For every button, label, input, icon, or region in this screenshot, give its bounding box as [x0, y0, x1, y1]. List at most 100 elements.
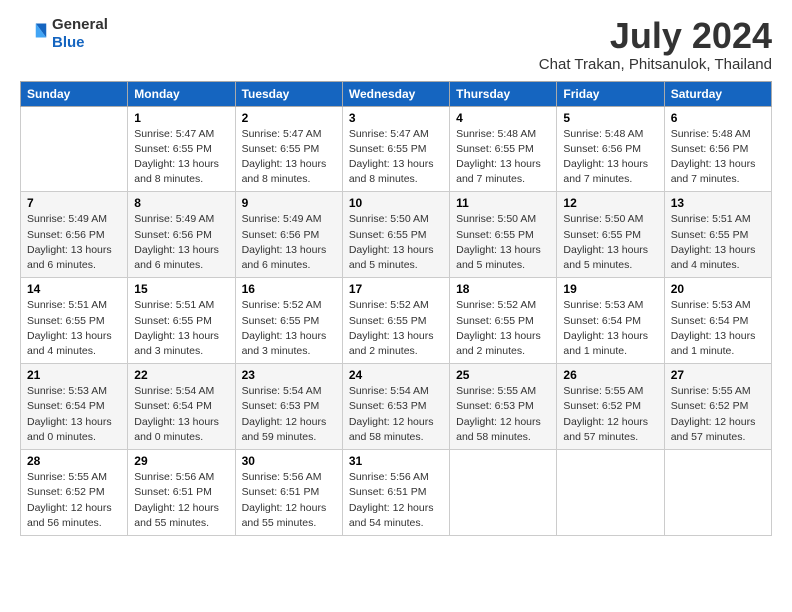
- day-number: 18: [456, 282, 550, 296]
- day-number: 6: [671, 111, 765, 125]
- calendar-day-cell: 25 Sunrise: 5:55 AM Sunset: 6:53 PM Dayli…: [450, 364, 557, 450]
- calendar-week-row: 28 Sunrise: 5:55 AM Sunset: 6:52 PM Dayli…: [21, 450, 772, 536]
- calendar-day-cell: 18Sunrise: 5:52 AM Sunset: 6:55 PM Dayli…: [450, 278, 557, 364]
- day-info: Sunrise: 5:50 AM Sunset: 6:55 PM Dayligh…: [563, 212, 657, 273]
- day-info: Sunrise: 5:51 AM Sunset: 6:55 PM Dayligh…: [671, 212, 765, 273]
- day-info: Sunrise: 5:47 AM Sunset: 6:55 PM Dayligh…: [134, 127, 228, 188]
- day-number: 31: [349, 454, 443, 468]
- day-number: 26: [563, 368, 657, 382]
- calendar-table: SundayMondayTuesdayWednesdayThursdayFrid…: [20, 81, 772, 536]
- calendar-day-cell: 17 Sunrise: 5:52 AM Sunset: 6:55 PM Dayli…: [342, 278, 449, 364]
- calendar-week-row: 1 Sunrise: 5:47 AM Sunset: 6:55 PM Daylig…: [21, 106, 772, 192]
- day-number: 20: [671, 282, 765, 296]
- weekday-header: Wednesday: [342, 81, 449, 106]
- month-title: July 2024: [539, 16, 772, 56]
- day-number: 29: [134, 454, 228, 468]
- day-number: 28: [27, 454, 121, 468]
- calendar-day-cell: 1 Sunrise: 5:47 AM Sunset: 6:55 PM Daylig…: [128, 106, 235, 192]
- day-number: 25: [456, 368, 550, 382]
- day-number: 13: [671, 196, 765, 210]
- calendar-day-cell: 11 Sunrise: 5:50 AM Sunset: 6:55 PM Dayli…: [450, 192, 557, 278]
- weekday-header-row: SundayMondayTuesdayWednesdayThursdayFrid…: [21, 81, 772, 106]
- day-info: Sunrise: 5:49 AM Sunset: 6:56 PM Dayligh…: [134, 212, 228, 273]
- calendar-week-row: 14 Sunrise: 5:51 AM Sunset: 6:55 PM Dayli…: [21, 278, 772, 364]
- day-info: Sunrise: 5:54 AM Sunset: 6:54 PM Dayligh…: [134, 384, 228, 445]
- day-number: 4: [456, 111, 550, 125]
- day-info: Sunrise: 5:52 AM Sunset: 6:55 PM Dayligh…: [349, 298, 443, 359]
- calendar-day-cell: 16Sunrise: 5:52 AM Sunset: 6:55 PM Dayli…: [235, 278, 342, 364]
- calendar-day-cell: 29 Sunrise: 5:56 AM Sunset: 6:51 PM Dayli…: [128, 450, 235, 536]
- calendar-day-cell: 24 Sunrise: 5:54 AM Sunset: 6:53 PM Dayli…: [342, 364, 449, 450]
- day-number: 19: [563, 282, 657, 296]
- calendar-day-cell: 21 Sunrise: 5:53 AM Sunset: 6:54 PM Dayli…: [21, 364, 128, 450]
- day-number: 12: [563, 196, 657, 210]
- calendar-week-row: 21 Sunrise: 5:53 AM Sunset: 6:54 PM Dayli…: [21, 364, 772, 450]
- day-number: 7: [27, 196, 121, 210]
- day-info: Sunrise: 5:50 AM Sunset: 6:55 PM Dayligh…: [349, 212, 443, 273]
- day-number: 3: [349, 111, 443, 125]
- calendar-day-cell: 2 Sunrise: 5:47 AM Sunset: 6:55 PM Daylig…: [235, 106, 342, 192]
- day-number: 5: [563, 111, 657, 125]
- day-info: Sunrise: 5:47 AM Sunset: 6:55 PM Dayligh…: [242, 127, 336, 188]
- day-number: 8: [134, 196, 228, 210]
- day-number: 30: [242, 454, 336, 468]
- calendar-day-cell: 7 Sunrise: 5:49 AM Sunset: 6:56 PM Daylig…: [21, 192, 128, 278]
- day-info: Sunrise: 5:51 AM Sunset: 6:55 PM Dayligh…: [134, 298, 228, 359]
- day-info: Sunrise: 5:48 AM Sunset: 6:56 PM Dayligh…: [563, 127, 657, 188]
- calendar-day-cell: 10 Sunrise: 5:50 AM Sunset: 6:55 PM Dayli…: [342, 192, 449, 278]
- logo-icon: [20, 20, 48, 48]
- calendar-day-cell: 28 Sunrise: 5:55 AM Sunset: 6:52 PM Dayli…: [21, 450, 128, 536]
- calendar-day-cell: 26 Sunrise: 5:55 AM Sunset: 6:52 PM Dayli…: [557, 364, 664, 450]
- calendar-day-cell: 23Sunrise: 5:54 AM Sunset: 6:53 PM Dayli…: [235, 364, 342, 450]
- day-info: Sunrise: 5:53 AM Sunset: 6:54 PM Dayligh…: [27, 384, 121, 445]
- day-number: 1: [134, 111, 228, 125]
- day-number: 15: [134, 282, 228, 296]
- weekday-header: Sunday: [21, 81, 128, 106]
- calendar-day-cell: 9Sunrise: 5:49 AM Sunset: 6:56 PM Daylig…: [235, 192, 342, 278]
- day-info: Sunrise: 5:49 AM Sunset: 6:56 PM Dayligh…: [27, 212, 121, 273]
- day-number: 2: [242, 111, 336, 125]
- day-info: Sunrise: 5:50 AM Sunset: 6:55 PM Dayligh…: [456, 212, 550, 273]
- location: Chat Trakan, Phitsanulok, Thailand: [539, 56, 772, 73]
- day-info: Sunrise: 5:55 AM Sunset: 6:53 PM Dayligh…: [456, 384, 550, 445]
- calendar-day-cell: 3Sunrise: 5:47 AM Sunset: 6:55 PM Daylig…: [342, 106, 449, 192]
- weekday-header: Monday: [128, 81, 235, 106]
- calendar-day-cell: [450, 450, 557, 536]
- calendar-day-cell: [21, 106, 128, 192]
- day-number: 14: [27, 282, 121, 296]
- weekday-header: Thursday: [450, 81, 557, 106]
- calendar-week-row: 7 Sunrise: 5:49 AM Sunset: 6:56 PM Daylig…: [21, 192, 772, 278]
- calendar-day-cell: 5 Sunrise: 5:48 AM Sunset: 6:56 PM Daylig…: [557, 106, 664, 192]
- weekday-header: Saturday: [664, 81, 771, 106]
- calendar-day-cell: 31 Sunrise: 5:56 AM Sunset: 6:51 PM Dayli…: [342, 450, 449, 536]
- day-number: 21: [27, 368, 121, 382]
- calendar-day-cell: 13 Sunrise: 5:51 AM Sunset: 6:55 PM Dayli…: [664, 192, 771, 278]
- day-number: 17: [349, 282, 443, 296]
- calendar-day-cell: 20 Sunrise: 5:53 AM Sunset: 6:54 PM Dayli…: [664, 278, 771, 364]
- day-info: Sunrise: 5:56 AM Sunset: 6:51 PM Dayligh…: [349, 470, 443, 531]
- day-info: Sunrise: 5:52 AM Sunset: 6:55 PM Dayligh…: [242, 298, 336, 359]
- calendar-day-cell: 30 Sunrise: 5:56 AM Sunset: 6:51 PM Dayli…: [235, 450, 342, 536]
- calendar-day-cell: 8 Sunrise: 5:49 AM Sunset: 6:56 PM Daylig…: [128, 192, 235, 278]
- logo-text: General Blue: [52, 16, 108, 52]
- calendar-day-cell: 14 Sunrise: 5:51 AM Sunset: 6:55 PM Dayli…: [21, 278, 128, 364]
- day-info: Sunrise: 5:56 AM Sunset: 6:51 PM Dayligh…: [134, 470, 228, 531]
- title-block: July 2024 Chat Trakan, Phitsanulok, Thai…: [539, 16, 772, 73]
- calendar-day-cell: 22Sunrise: 5:54 AM Sunset: 6:54 PM Dayli…: [128, 364, 235, 450]
- day-info: Sunrise: 5:48 AM Sunset: 6:55 PM Dayligh…: [456, 127, 550, 188]
- day-info: Sunrise: 5:54 AM Sunset: 6:53 PM Dayligh…: [349, 384, 443, 445]
- day-info: Sunrise: 5:51 AM Sunset: 6:55 PM Dayligh…: [27, 298, 121, 359]
- calendar-day-cell: 6Sunrise: 5:48 AM Sunset: 6:56 PM Daylig…: [664, 106, 771, 192]
- calendar-day-cell: 12 Sunrise: 5:50 AM Sunset: 6:55 PM Dayli…: [557, 192, 664, 278]
- logo: General Blue: [20, 16, 108, 52]
- day-info: Sunrise: 5:49 AM Sunset: 6:56 PM Dayligh…: [242, 212, 336, 273]
- day-number: 10: [349, 196, 443, 210]
- day-info: Sunrise: 5:53 AM Sunset: 6:54 PM Dayligh…: [671, 298, 765, 359]
- day-number: 24: [349, 368, 443, 382]
- day-info: Sunrise: 5:55 AM Sunset: 6:52 PM Dayligh…: [671, 384, 765, 445]
- day-info: Sunrise: 5:55 AM Sunset: 6:52 PM Dayligh…: [563, 384, 657, 445]
- day-number: 11: [456, 196, 550, 210]
- day-info: Sunrise: 5:55 AM Sunset: 6:52 PM Dayligh…: [27, 470, 121, 531]
- day-info: Sunrise: 5:56 AM Sunset: 6:51 PM Dayligh…: [242, 470, 336, 531]
- calendar-day-cell: 4 Sunrise: 5:48 AM Sunset: 6:55 PM Daylig…: [450, 106, 557, 192]
